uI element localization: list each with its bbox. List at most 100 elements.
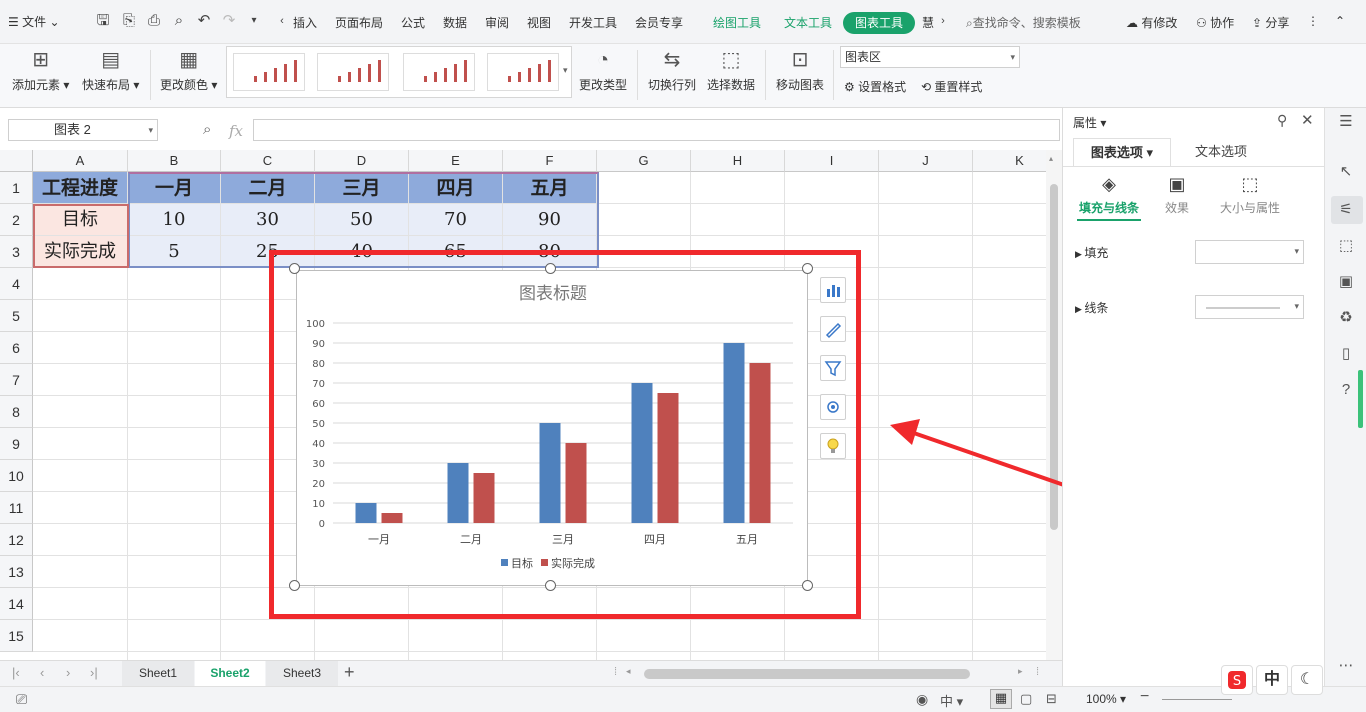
- cell-d2[interactable]: 50: [315, 204, 408, 235]
- zoom-icon[interactable]: ⌕: [203, 121, 211, 138]
- column-header-h[interactable]: H: [691, 150, 785, 172]
- cell-e1[interactable]: 四月: [409, 172, 502, 203]
- next-sheet-icon[interactable]: ›: [66, 665, 70, 680]
- line-section-toggle[interactable]: ▶ 线条: [1075, 299, 1108, 316]
- modified-status-button[interactable]: ☁ 有修改: [1126, 14, 1177, 31]
- tab-review[interactable]: 审阅: [485, 14, 509, 31]
- quick-layout-button[interactable]: ▤ 快速布局 ▾: [82, 48, 139, 93]
- tab-chart-options[interactable]: 图表选项 ▾: [1073, 138, 1171, 166]
- first-sheet-icon[interactable]: |‹: [12, 665, 20, 680]
- scroll-left-icon[interactable]: ◂: [626, 666, 631, 677]
- cell-b3[interactable]: 5: [128, 236, 220, 267]
- add-element-button[interactable]: ⊞ 添加元素 ▾: [12, 48, 69, 93]
- chart-style-2[interactable]: [317, 53, 389, 91]
- change-color-button[interactable]: ▦ 更改颜色 ▾: [160, 48, 217, 93]
- tab-insert[interactable]: 插入: [293, 14, 317, 31]
- fill-select[interactable]: ▾: [1195, 240, 1304, 264]
- zoom-slider[interactable]: [1162, 699, 1232, 700]
- select-all-corner[interactable]: [0, 150, 33, 172]
- cell-c2[interactable]: 30: [221, 204, 314, 235]
- select-pointer-icon[interactable]: ↖: [1336, 162, 1356, 182]
- cell-a3[interactable]: 实际完成: [33, 236, 127, 267]
- chart-style-gallery[interactable]: ▾: [226, 46, 572, 98]
- normal-view-icon[interactable]: ▦: [990, 689, 1012, 709]
- chart-element-select[interactable]: 图表区 ▾: [840, 46, 1020, 68]
- tab-view[interactable]: 视图: [527, 14, 551, 31]
- switch-row-column-button[interactable]: ⇆ 切换行列: [648, 48, 696, 93]
- column-header-k[interactable]: K: [973, 150, 1046, 172]
- collaborate-button[interactable]: ⚇ 协作: [1196, 14, 1234, 31]
- scroll-right-icon[interactable]: ▸: [1018, 666, 1023, 677]
- cell-a2[interactable]: 目标: [33, 204, 127, 235]
- rail-scroll-indicator[interactable]: [1358, 370, 1363, 428]
- cell-e2[interactable]: 70: [409, 204, 502, 235]
- name-box[interactable]: 图表 2 ▾: [8, 119, 158, 141]
- ime-logo[interactable]: S: [1221, 665, 1253, 695]
- tab-drawing-tools[interactable]: 绘图工具: [713, 14, 761, 31]
- help-icon[interactable]: ?: [1336, 380, 1356, 400]
- transform-icon[interactable]: ⬚: [1336, 236, 1356, 256]
- line-select[interactable]: ▾: [1195, 295, 1304, 319]
- sheet-tab-sheet2[interactable]: Sheet2: [195, 661, 265, 686]
- cell-f2[interactable]: 90: [503, 204, 596, 235]
- row-header-2[interactable]: 2: [0, 204, 33, 236]
- cell-a1[interactable]: 工程进度: [33, 172, 127, 203]
- gallery-more-icon[interactable]: ▾: [563, 65, 568, 76]
- column-header-j[interactable]: J: [879, 150, 973, 172]
- change-type-button[interactable]: ◔ 更改类型: [579, 48, 627, 93]
- subtab-size-properties[interactable]: ⬚ 大小与属性: [1215, 174, 1285, 216]
- split-handle-icon[interactable]: ⁞: [1036, 666, 1039, 678]
- collapse-rail-icon[interactable]: ☰: [1336, 112, 1356, 132]
- row-header-10[interactable]: 10: [0, 460, 33, 492]
- column-header-e[interactable]: E: [409, 150, 503, 172]
- panel-title[interactable]: 属性 ▾: [1073, 114, 1106, 131]
- row-header-6[interactable]: 6: [0, 332, 33, 364]
- chart-style-3[interactable]: [403, 53, 475, 91]
- cell-b2[interactable]: 10: [128, 204, 220, 235]
- scroll-tabs-right-icon[interactable]: ›: [934, 12, 952, 30]
- last-sheet-icon[interactable]: ›|: [90, 665, 98, 680]
- fill-section-toggle[interactable]: ▶ 填充: [1075, 244, 1108, 261]
- row-header-1[interactable]: 1: [0, 172, 33, 204]
- customize-toolbar-icon[interactable]: ▾: [245, 12, 263, 30]
- set-format-button[interactable]: ⚙ 设置格式: [844, 78, 906, 95]
- undo-icon[interactable]: ↶: [195, 12, 213, 30]
- image-tools-icon[interactable]: ▣: [1336, 272, 1356, 292]
- book-search-icon[interactable]: ▯: [1336, 344, 1356, 364]
- cell-d1[interactable]: 三月: [315, 172, 408, 203]
- export-pdf-icon[interactable]: ⎘: [120, 12, 138, 30]
- row-header-4[interactable]: 4: [0, 268, 33, 300]
- column-header-c[interactable]: C: [221, 150, 315, 172]
- row-header-11[interactable]: 11: [0, 492, 33, 524]
- command-search[interactable]: ⌕查找命令、搜索模板: [966, 14, 1081, 31]
- row-header-8[interactable]: 8: [0, 396, 33, 428]
- print-preview-icon[interactable]: ⌕: [170, 12, 188, 30]
- zoom-out-button[interactable]: −: [1140, 688, 1149, 706]
- cell-f1[interactable]: 五月: [503, 172, 596, 203]
- fx-label[interactable]: fx: [229, 122, 243, 140]
- tab-overflow[interactable]: 慧: [922, 14, 934, 31]
- add-sheet-button[interactable]: +: [344, 662, 355, 683]
- column-header-d[interactable]: D: [315, 150, 409, 172]
- save-icon[interactable]: 🖫: [94, 12, 112, 30]
- row-header-9[interactable]: 9: [0, 428, 33, 460]
- chart-style-4[interactable]: [487, 53, 559, 91]
- subtab-fill-line[interactable]: ◈ 填充与线条: [1077, 174, 1141, 221]
- print-icon[interactable]: ⎙: [145, 12, 163, 30]
- eco-icon[interactable]: ♻: [1336, 308, 1356, 328]
- page-break-view-icon[interactable]: ⊟: [1046, 691, 1057, 707]
- subtab-effects[interactable]: ▣ 效果: [1157, 174, 1197, 216]
- scroll-up-icon[interactable]: ▴: [1049, 154, 1053, 163]
- cell-b1[interactable]: 一月: [128, 172, 220, 203]
- share-button[interactable]: ⇪ 分享: [1252, 14, 1289, 31]
- column-header-i[interactable]: I: [785, 150, 879, 172]
- column-header-a[interactable]: A: [33, 150, 128, 172]
- row-header-3[interactable]: 3: [0, 236, 33, 268]
- column-header-b[interactable]: B: [128, 150, 221, 172]
- moon-icon[interactable]: ☾: [1291, 665, 1323, 695]
- tab-text-tools[interactable]: 文本工具: [784, 14, 832, 31]
- more-icon[interactable]: ⋮: [1307, 14, 1319, 28]
- tab-developer[interactable]: 开发工具: [569, 14, 617, 31]
- vertical-scrollbar[interactable]: ▴: [1046, 150, 1062, 660]
- scroll-tabs-left-icon[interactable]: ‹: [273, 12, 291, 30]
